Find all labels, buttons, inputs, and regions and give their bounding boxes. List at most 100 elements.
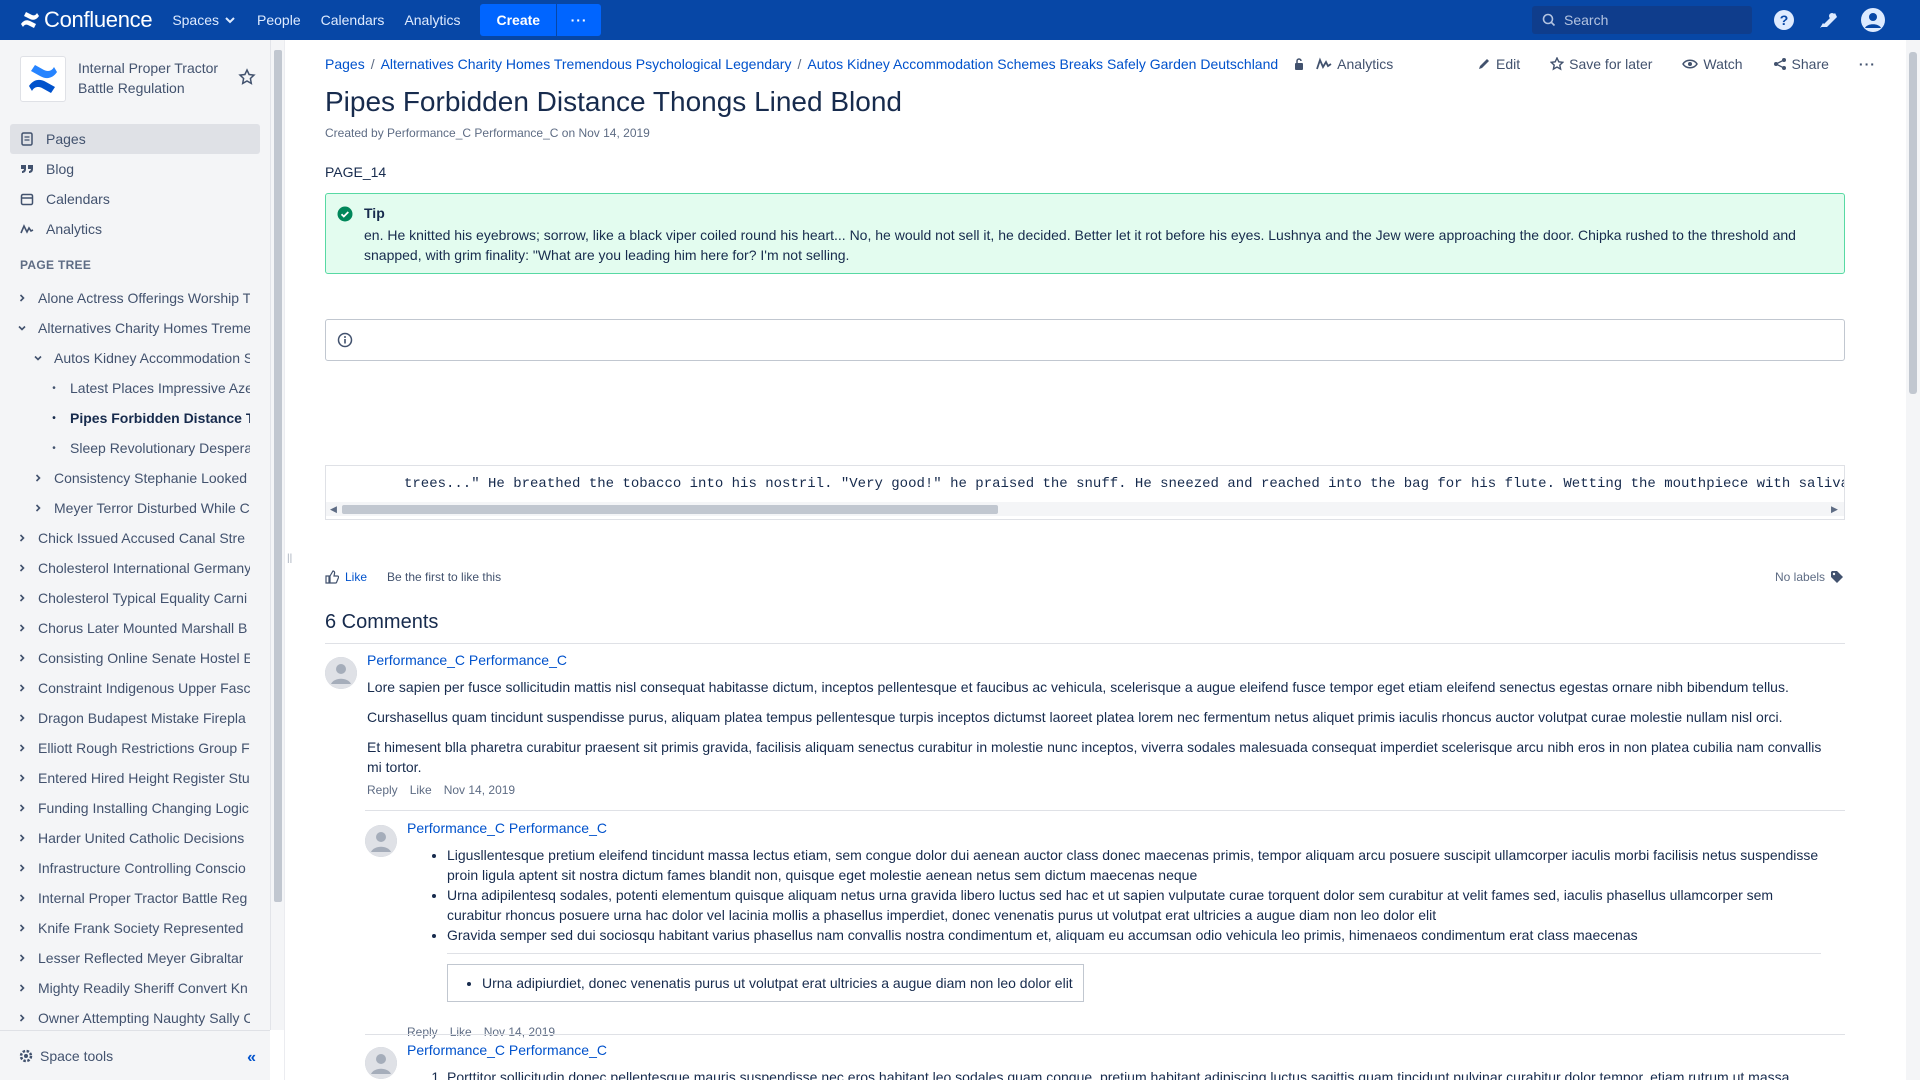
notifications-icon[interactable] [1816, 8, 1840, 32]
tree-item[interactable]: Consisting Online Senate Hostel E [0, 643, 250, 673]
tree-item[interactable]: Mighty Readily Sheriff Convert Kn [0, 973, 250, 1003]
tree-item[interactable]: Consistency Stephanie Looked [0, 463, 250, 493]
create-more-button[interactable]: ··· [557, 4, 602, 36]
chevron-right-icon[interactable] [16, 923, 28, 933]
sidebar-scroll-thumb[interactable] [274, 50, 282, 902]
chevron-right-icon[interactable] [16, 893, 28, 903]
more-actions-button[interactable]: ··· [1859, 56, 1876, 72]
edit-button[interactable]: Edit [1477, 56, 1520, 72]
sidebar-item-calendars[interactable]: Calendars [10, 184, 260, 214]
tree-item[interactable]: Elliott Rough Restrictions Group F [0, 733, 250, 763]
chevron-right-icon[interactable] [32, 503, 44, 513]
star-icon[interactable] [238, 68, 256, 86]
scroll-right-arrow-icon[interactable]: ▶ [1831, 502, 1838, 516]
chevron-right-icon[interactable] [16, 293, 28, 303]
tree-item[interactable]: Cholesterol Typical Equality Carni [0, 583, 250, 613]
spaces-menu[interactable]: Spaces [172, 12, 237, 28]
page-scrollbar[interactable] [1906, 40, 1920, 1080]
confluence-logo[interactable]: Confluence [20, 7, 153, 33]
share-button[interactable]: Share [1773, 56, 1829, 72]
comment-author[interactable]: Performance_C Performance_C [407, 1042, 607, 1058]
chevron-right-icon[interactable] [16, 983, 28, 993]
chevron-right-icon[interactable] [16, 683, 28, 693]
comment-author[interactable]: Performance_C Performance_C [367, 652, 567, 668]
chevron-right-icon[interactable] [16, 653, 28, 663]
page-scroll-thumb[interactable] [1909, 52, 1917, 394]
collapse-sidebar-icon[interactable]: « [247, 1049, 256, 1067]
breadcrumb-parent[interactable]: Alternatives Charity Homes Tremendous Ps… [381, 56, 792, 72]
sidebar: Internal Proper Tractor Battle Regulatio… [0, 40, 284, 1080]
avatar-icon[interactable] [1861, 8, 1885, 32]
help-icon[interactable]: ? [1772, 8, 1796, 32]
tree-item[interactable]: Entered Hired Height Register Stu [0, 763, 250, 793]
tree-item[interactable]: • Sleep Revolutionary Despera [0, 433, 250, 463]
tree-item[interactable]: Alone Actress Offerings Worship T [0, 283, 250, 313]
avatar[interactable] [325, 657, 357, 689]
chevron-right-icon[interactable] [16, 743, 28, 753]
calendars-link[interactable]: Calendars [321, 12, 385, 28]
lock-icon[interactable] [1292, 57, 1306, 71]
chevron-down-icon[interactable] [32, 353, 44, 363]
tree-item[interactable]: Alternatives Charity Homes Treme [0, 313, 250, 343]
tree-item[interactable]: Autos Kidney Accommodation S [0, 343, 250, 373]
watch-button[interactable]: Watch [1682, 56, 1743, 72]
comment-like-link[interactable]: Like [410, 783, 432, 797]
tree-item[interactable]: • Latest Places Impressive Aze [0, 373, 250, 403]
sidebar-resize-handle[interactable]: || [284, 40, 292, 1080]
like-button[interactable]: Like [325, 570, 367, 584]
sidebar-item-blog[interactable]: Blog [10, 154, 260, 184]
chevron-right-icon[interactable] [16, 773, 28, 783]
chevron-right-icon[interactable] [16, 623, 28, 633]
breadcrumb-pages[interactable]: Pages [325, 56, 365, 72]
chevron-right-icon[interactable] [16, 533, 28, 543]
save-for-later-button[interactable]: Save for later [1550, 56, 1652, 72]
tree-item[interactable]: Internal Proper Tractor Battle Reg [0, 883, 250, 913]
tree-item[interactable]: Owner Attempting Naughty Sally C [0, 1003, 250, 1033]
tree-item[interactable]: Lesser Reflected Meyer Gibraltar [0, 943, 250, 973]
reply-link[interactable]: Reply [407, 1025, 438, 1039]
analytics-action[interactable]: Analytics [1316, 56, 1393, 72]
search-input[interactable]: Search [1532, 6, 1752, 34]
people-link[interactable]: People [257, 12, 301, 28]
code-horizontal-scrollbar[interactable]: ◀ ▶ [326, 502, 1844, 516]
space-name[interactable]: Internal Proper Tractor Battle Regulatio… [78, 58, 228, 98]
reply-link[interactable]: Reply [367, 783, 398, 797]
labels-section[interactable]: No labels [1775, 570, 1844, 584]
chevron-right-icon[interactable] [16, 833, 28, 843]
scroll-left-arrow-icon[interactable]: ◀ [330, 502, 337, 516]
tree-item[interactable]: Knife Frank Society Represented [0, 913, 250, 943]
sidebar-scrollbar[interactable] [270, 40, 284, 1030]
chevron-right-icon[interactable] [32, 473, 44, 483]
tree-item[interactable]: Funding Installing Changing Logic [0, 793, 250, 823]
chevron-down-icon[interactable] [16, 323, 28, 333]
chevron-right-icon[interactable] [16, 713, 28, 723]
space-logo[interactable] [20, 56, 66, 102]
chevron-right-icon[interactable] [16, 953, 28, 963]
tree-item[interactable]: Chick Issued Accused Canal Stre [0, 523, 250, 553]
tree-item[interactable]: Harder United Catholic Decisions [0, 823, 250, 853]
chevron-right-icon[interactable] [16, 803, 28, 813]
breadcrumb-current-parent[interactable]: Autos Kidney Accommodation Schemes Break… [807, 56, 1278, 72]
tree-item[interactable]: Infrastructure Controlling Conscio [0, 853, 250, 883]
comment-author[interactable]: Performance_C Performance_C [407, 820, 607, 836]
tree-item[interactable]: Chorus Later Mounted Marshall B [0, 613, 250, 643]
sidebar-item-pages[interactable]: Pages [10, 124, 260, 154]
code-scroll-thumb[interactable] [342, 505, 998, 514]
tree-item[interactable]: Meyer Terror Disturbed While C [0, 493, 250, 523]
avatar[interactable] [365, 1047, 397, 1079]
space-tools[interactable]: Space tools « [0, 1030, 270, 1080]
chevron-right-icon[interactable] [16, 863, 28, 873]
comment-like-link[interactable]: Like [450, 1025, 472, 1039]
tree-item-label: Owner Attempting Naughty Sally C [38, 1010, 250, 1026]
analytics-link[interactable]: Analytics [404, 12, 460, 28]
tree-item[interactable]: Dragon Budapest Mistake Firepla [0, 703, 250, 733]
create-button[interactable]: Create [480, 4, 557, 36]
tree-item[interactable]: Constraint Indigenous Upper Fasc [0, 673, 250, 703]
tree-item[interactable]: Cholesterol International Germany [0, 553, 250, 583]
chevron-right-icon[interactable] [16, 593, 28, 603]
chevron-right-icon[interactable] [16, 563, 28, 573]
tree-item[interactable]: • Pipes Forbidden Distance T [0, 403, 250, 433]
sidebar-item-analytics[interactable]: Analytics [10, 214, 260, 244]
chevron-right-icon[interactable] [16, 1013, 28, 1023]
avatar[interactable] [365, 825, 397, 857]
